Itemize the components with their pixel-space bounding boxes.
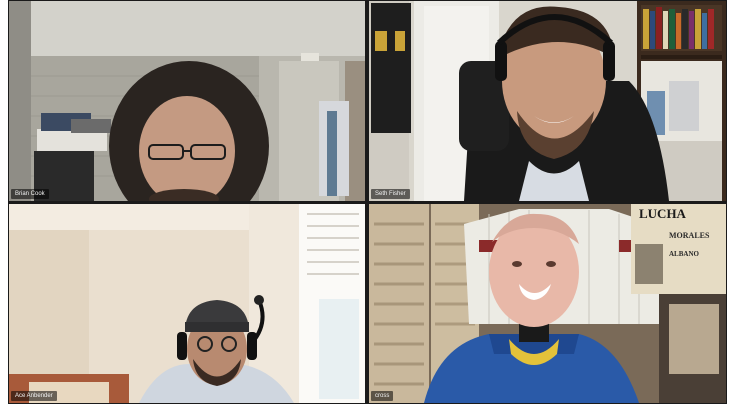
participant-tile-ace-anbender[interactable]: Ace Anbender: [9, 204, 365, 403]
poster-headline: LUCHA: [639, 206, 687, 221]
participant-tile-brian-cook[interactable]: Brian Cook: [9, 1, 365, 201]
video-feed-brian-cook: [9, 1, 365, 201]
participant-name-label: Seth Fisher: [371, 189, 410, 199]
participant-grid: Brian Cook Seth Fisher Ace Anbender LUCH…: [8, 0, 727, 404]
participant-tile-seth-fisher[interactable]: Seth Fisher: [369, 1, 726, 201]
zoom-gallery-view: Brian Cook Seth Fisher Ace Anbender LUCH…: [0, 0, 733, 409]
participant-name-label: Ace Anbender: [11, 391, 57, 401]
video-feed-cross: LUCHA MORALES ALBANO: [369, 204, 726, 403]
poster-line-2: MORALES: [669, 231, 710, 240]
video-feed-seth-fisher: [369, 1, 726, 201]
participant-name-label: cross: [371, 391, 394, 401]
video-feed-ace-anbender: [9, 204, 365, 403]
participant-tile-cross[interactable]: LUCHA MORALES ALBANO cross: [369, 204, 726, 403]
poster-line-3: ALBANO: [669, 250, 700, 258]
participant-name-label: Brian Cook: [11, 189, 49, 199]
